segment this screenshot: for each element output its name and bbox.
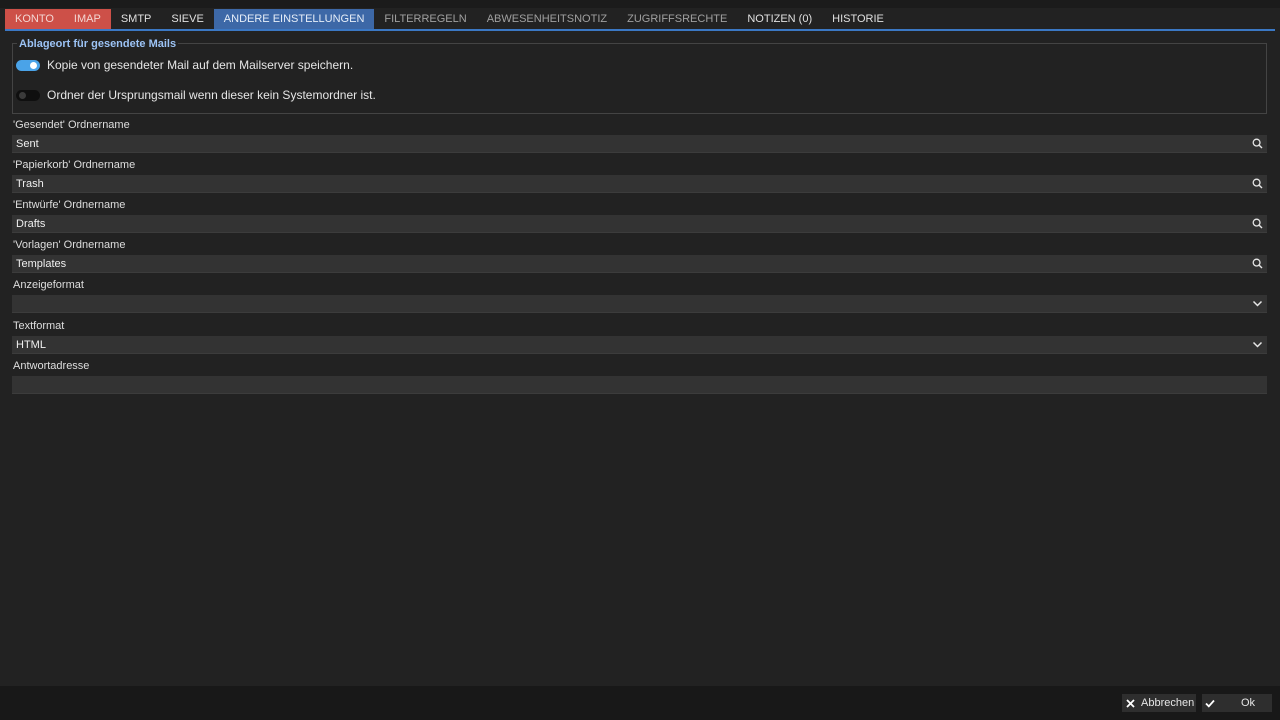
search-icon[interactable] [1251,138,1263,150]
save-copy-label: Kopie von gesendeter Mail auf dem Mailse… [47,58,354,72]
toggle-knob [30,61,37,69]
dialog-footer [0,686,1280,720]
origin-folder-row: Ordner der Ursprungsmail wenn dieser kei… [16,87,376,103]
text-format-label: Textformat [13,320,65,332]
origin-folder-toggle[interactable] [16,89,40,101]
tab-konto[interactable]: KONTO [5,9,64,29]
sent-folder-label: 'Gesendet' Ordnername [13,119,130,131]
tab-andere-einstellungen[interactable]: ANDERE EINSTELLUNGEN [213,9,375,29]
drafts-folder-label: 'Entwürfe' Ordnername [13,199,126,211]
templates-folder-label: 'Vorlagen' Ordnername [13,239,126,251]
save-copy-toggle[interactable] [16,59,40,71]
sent-folder-input[interactable]: Sent [12,135,1267,153]
text-format-select[interactable]: HTML [12,336,1267,354]
tab-zugriffsrechte[interactable]: ZUGRIFFSRECHTE [617,9,737,29]
ok-button[interactable]: Ok [1202,694,1272,712]
tab-historie[interactable]: HISTORIE [822,9,894,29]
toggle-knob [19,91,26,99]
drafts-folder-value: Drafts [16,217,46,230]
chevron-down-icon[interactable] [1251,298,1263,310]
trash-folder-value: Trash [16,177,44,190]
templates-folder-value: Templates [16,257,67,270]
trash-folder-label: 'Papierkorb' Ordnername [13,159,136,171]
close-icon [1126,698,1135,708]
search-icon[interactable] [1251,218,1263,230]
tab-notizen[interactable]: NOTIZEN (0) [737,9,822,29]
tab-abwesenheitsnotiz[interactable]: ABWESENHEITSNOTIZ [477,9,617,29]
sent-mail-location-legend: Ablageort für gesendete Mails [17,38,179,50]
trash-folder-input[interactable]: Trash [12,175,1267,193]
tab-imap[interactable]: IMAP [63,9,111,29]
search-icon[interactable] [1251,258,1263,270]
templates-folder-input[interactable]: Templates [12,255,1267,273]
sent-mail-location-group: Ablageort für gesendete Mails Kopie von … [12,38,1267,114]
tab-smtp[interactable]: SMTP [111,9,162,29]
window-top-strip [0,0,1280,8]
display-format-select[interactable] [12,295,1267,313]
reply-address-label: Antwortadresse [13,360,90,372]
tab-bar: KONTO IMAP SMTP SIEVE ANDERE EINSTELLUNG… [5,9,1275,31]
chevron-down-icon[interactable] [1251,339,1263,351]
cancel-button-label: Abbrechen [1141,697,1195,709]
ok-button-label: Ok [1241,697,1256,709]
save-copy-row: Kopie von gesendeter Mail auf dem Mailse… [16,57,353,73]
tab-sieve[interactable]: SIEVE [161,9,213,29]
reply-address-input[interactable] [12,376,1267,394]
origin-folder-label: Ordner der Ursprungsmail wenn dieser kei… [47,88,376,102]
tab-filterregeln[interactable]: FILTERREGELN [374,9,476,29]
drafts-folder-input[interactable]: Drafts [12,215,1267,233]
search-icon[interactable] [1251,178,1263,190]
text-format-value: HTML [16,338,46,351]
sent-folder-value: Sent [16,137,39,150]
display-format-label: Anzeigeformat [13,279,84,291]
cancel-button[interactable]: Abbrechen [1122,694,1196,712]
check-icon [1205,699,1215,708]
